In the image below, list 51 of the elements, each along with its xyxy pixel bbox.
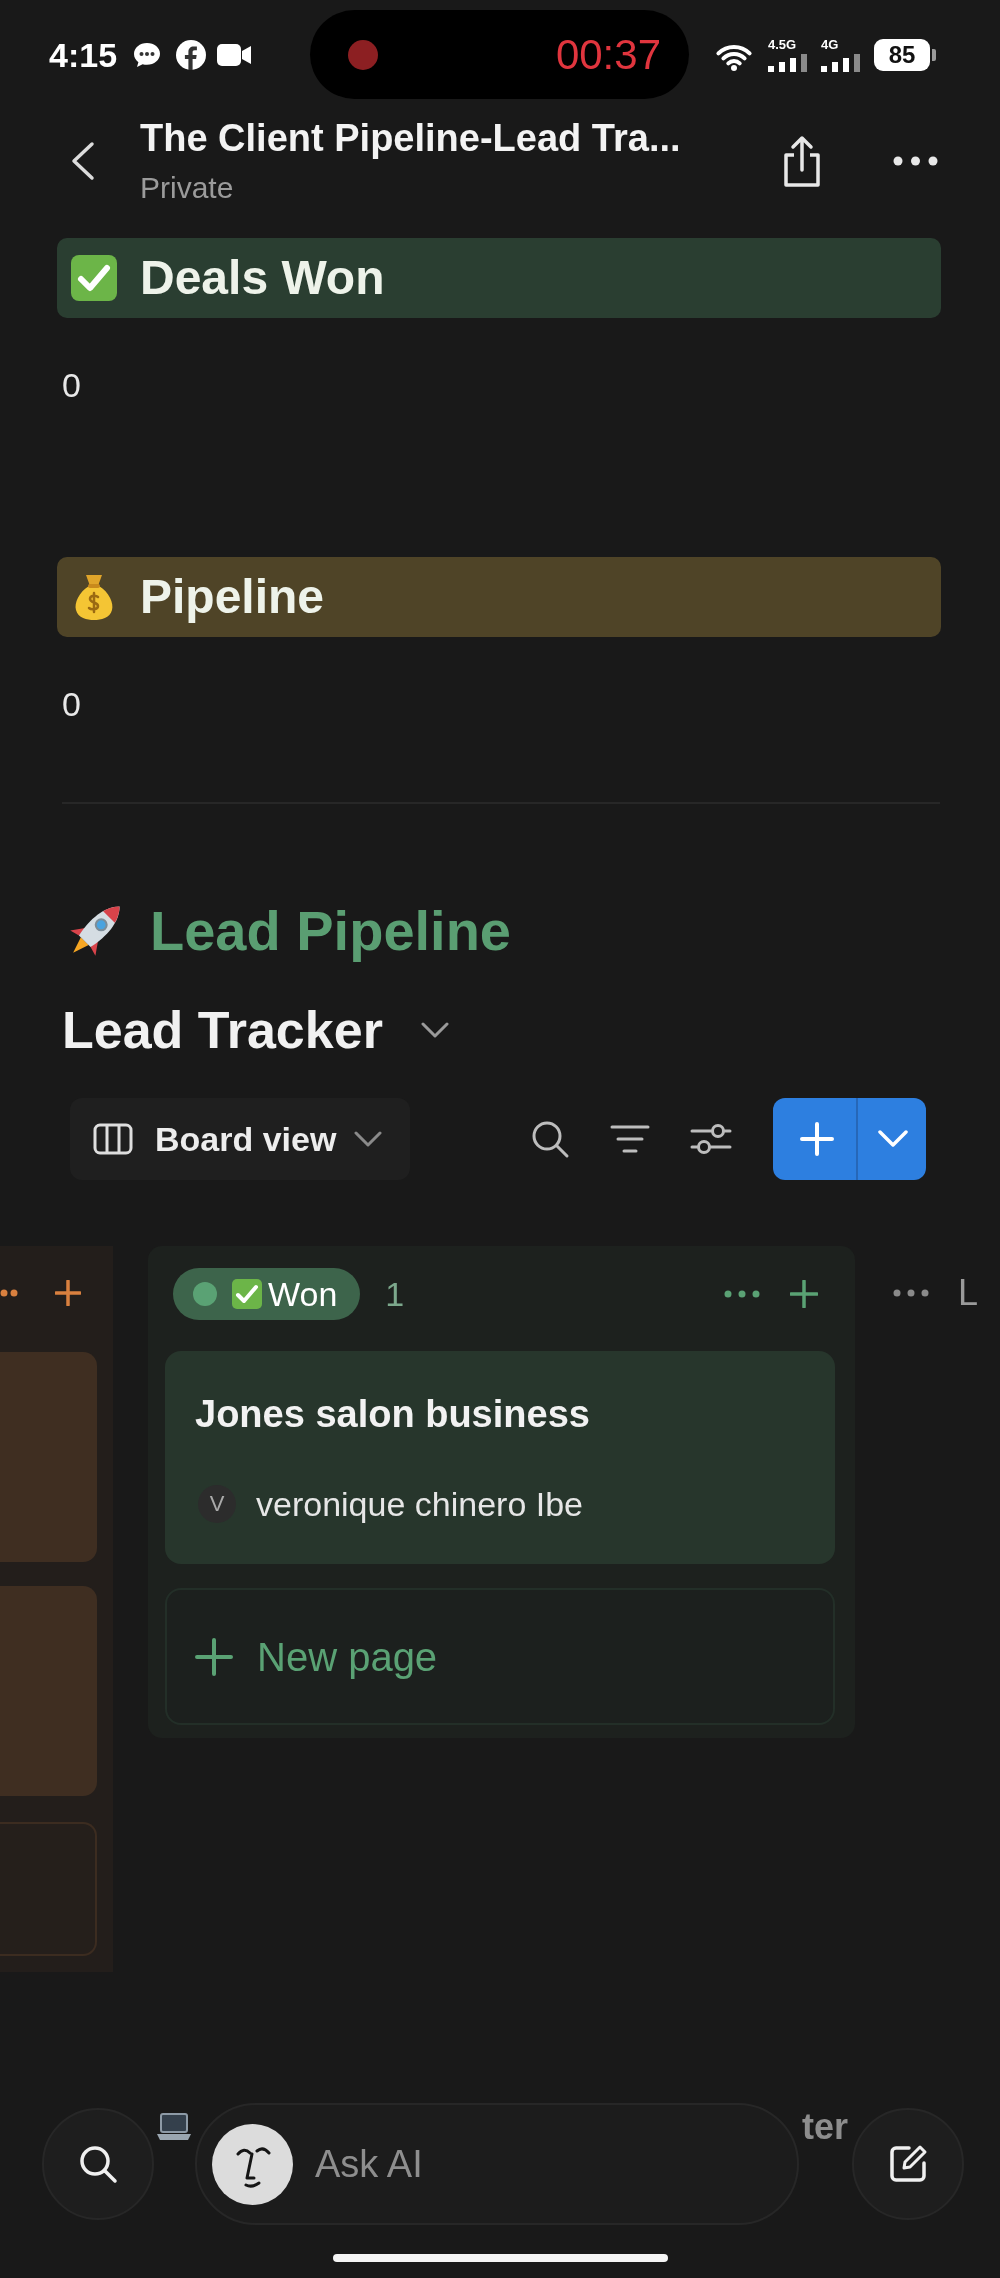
board-columns-icon xyxy=(93,1123,133,1155)
rocket-icon xyxy=(69,905,121,957)
edit-icon xyxy=(888,2144,928,2184)
search-icon[interactable] xyxy=(530,1119,570,1159)
chevron-down-icon[interactable] xyxy=(420,1022,449,1038)
card-count: 1 xyxy=(385,1274,405,1314)
back-icon[interactable] xyxy=(70,141,96,181)
recording-timer: 00:37 xyxy=(555,30,661,79)
search-icon xyxy=(78,2144,118,2184)
view-switcher-button[interactable]: Board view xyxy=(70,1098,411,1180)
section-heading: Lead Pipeline xyxy=(150,899,511,963)
share-icon[interactable] xyxy=(782,135,822,187)
plus-icon xyxy=(195,1637,233,1676)
assignee-avatar: V xyxy=(198,1485,236,1523)
status-time: 4:15 xyxy=(49,34,118,75)
network-label: 4G xyxy=(821,37,839,52)
plus-icon[interactable] xyxy=(790,1280,818,1308)
property-value: 0 xyxy=(62,365,81,405)
chevron-down-icon xyxy=(354,1131,383,1147)
circle-f-icon xyxy=(176,39,207,70)
record-dot-icon xyxy=(348,39,378,70)
check-mark-icon xyxy=(70,254,118,302)
privacy-label: Private xyxy=(140,170,235,206)
signal-icon xyxy=(821,53,861,72)
sliders-icon[interactable] xyxy=(690,1122,732,1156)
new-page-button[interactable]: New page xyxy=(165,1588,835,1725)
chat-bubble-icon xyxy=(133,41,162,68)
check-mark-icon xyxy=(231,1278,263,1310)
card-title: Jones salon business xyxy=(195,1392,590,1437)
network-label: 4.5G xyxy=(768,37,797,52)
status-label: Won xyxy=(268,1274,338,1314)
battery-percent: 85 xyxy=(874,38,930,71)
more-icon[interactable] xyxy=(0,1289,18,1297)
more-icon[interactable] xyxy=(893,156,938,166)
callout-title: Deals Won xyxy=(140,250,385,306)
heading-fragment: ter xyxy=(801,2105,848,2149)
ask-ai-bar[interactable]: Ask AI xyxy=(195,2103,799,2225)
property-value: 0 xyxy=(62,684,81,724)
laptop-icon xyxy=(157,2112,191,2142)
face-drawing-icon xyxy=(212,2123,293,2205)
page-title: The Client Pipeline-Lead Tra... xyxy=(140,116,681,160)
plus-icon[interactable] xyxy=(55,1280,81,1306)
video-camera-icon xyxy=(217,41,252,68)
ask-ai-input[interactable]: Ask AI xyxy=(315,2139,767,2189)
filter-icon[interactable] xyxy=(610,1123,650,1155)
assignee-name: veronique chinero Ibe xyxy=(256,1484,583,1524)
board-card[interactable]: Jones salon business V veronique chinero Ibe xyxy=(165,1351,835,1564)
signal-icon xyxy=(768,53,808,72)
database-title: Lead Tracker xyxy=(62,1001,383,1059)
callout-title: Pipeline xyxy=(140,569,325,625)
column-label: L xyxy=(958,1272,979,1314)
